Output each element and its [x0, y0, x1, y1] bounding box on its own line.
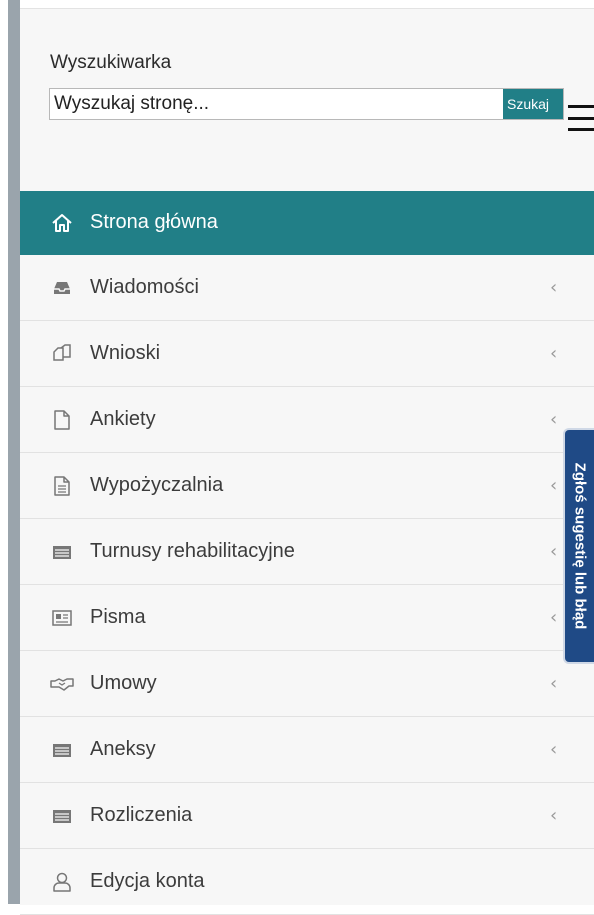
sidebar-item-rozliczenia[interactable]: Rozliczenia ‹	[20, 783, 594, 849]
home-icon	[50, 211, 74, 235]
newspaper-icon	[50, 606, 74, 630]
list-card-icon	[50, 738, 74, 762]
sidebar-item-wypozyczalnia[interactable]: Wypożyczalnia ‹	[20, 453, 594, 519]
sidebar-item-wnioski[interactable]: Wnioski ‹	[20, 321, 594, 387]
handshake-icon	[50, 672, 74, 696]
sidebar: Wyszukiwarka Szukaj Strona główna Wiadom…	[20, 8, 594, 915]
sidebar-item-label: Edycja konta	[90, 870, 205, 892]
sidebar-item-label: Wypożyczalnia	[90, 474, 224, 496]
chevron-left-icon: ‹	[550, 607, 558, 628]
sidebar-item-edycja-konta[interactable]: Edycja konta	[20, 849, 594, 915]
sidebar-item-label: Rozliczenia	[90, 804, 193, 826]
search-button[interactable]: Szukaj	[503, 89, 563, 119]
chevron-left-icon: ‹	[550, 277, 558, 298]
copy-documents-icon	[50, 342, 74, 366]
sidebar-item-label: Umowy	[90, 672, 157, 694]
search-label: Wyszukiwarka	[50, 52, 172, 73]
sidebar-item-label: Turnusy rehabilitacyjne	[90, 540, 295, 562]
sidebar-item-turnusy-rehabilitacyjne[interactable]: Turnusy rehabilitacyjne ‹	[20, 519, 594, 585]
hamburger-menu-icon[interactable]	[568, 105, 594, 131]
file-text-icon	[50, 474, 74, 498]
inbox-icon	[50, 276, 74, 300]
left-rail	[8, 0, 20, 904]
search-box: Szukaj	[49, 88, 564, 120]
sidebar-item-aneksy[interactable]: Aneksy ‹	[20, 717, 594, 783]
chevron-left-icon: ‹	[550, 343, 558, 364]
user-icon	[50, 870, 74, 894]
file-icon	[50, 408, 74, 432]
sidebar-item-umowy[interactable]: Umowy ‹	[20, 651, 594, 717]
sidebar-item-label: Ankiety	[90, 408, 156, 430]
sidebar-menu: Strona główna Wiadomości ‹ Wnioski ‹ Ank…	[20, 191, 594, 915]
chevron-left-icon: ‹	[550, 409, 558, 430]
chevron-left-icon: ‹	[550, 475, 558, 496]
list-card-icon	[50, 804, 74, 828]
sidebar-item-strona-glowna[interactable]: Strona główna	[20, 191, 594, 255]
chevron-left-icon: ‹	[550, 673, 558, 694]
feedback-tab[interactable]: Zgłoś sugestię lub błąd	[563, 428, 594, 664]
sidebar-item-pisma[interactable]: Pisma ‹	[20, 585, 594, 651]
chevron-left-icon: ‹	[550, 805, 558, 826]
sidebar-item-label: Wnioski	[90, 342, 161, 364]
feedback-tab-label: Zgłoś sugestię lub błąd	[571, 462, 588, 630]
search-input[interactable]	[50, 89, 503, 119]
sidebar-item-ankiety[interactable]: Ankiety ‹	[20, 387, 594, 453]
sidebar-item-label: Aneksy	[90, 738, 156, 760]
sidebar-item-label: Wiadomości	[90, 276, 199, 298]
sidebar-item-label: Pisma	[90, 606, 146, 628]
chevron-left-icon: ‹	[550, 739, 558, 760]
sidebar-item-wiadomosci[interactable]: Wiadomości ‹	[20, 255, 594, 321]
chevron-left-icon: ‹	[550, 541, 558, 562]
list-card-icon	[50, 540, 74, 564]
sidebar-item-label: Strona główna	[90, 211, 218, 233]
